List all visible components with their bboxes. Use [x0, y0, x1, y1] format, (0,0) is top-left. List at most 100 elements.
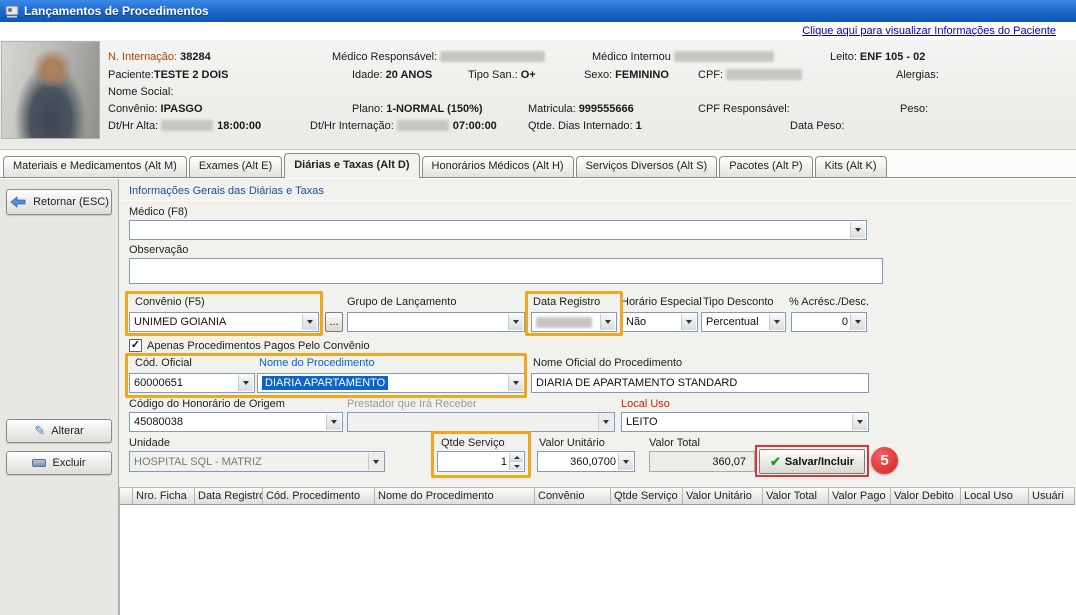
grid-col-valor-pago[interactable]: Valor Pago: [829, 487, 891, 505]
tab-servicos-diversos[interactable]: Serviços Diversos (Alt S): [576, 156, 718, 177]
patient-photo: [1, 41, 100, 139]
nome-procedimento-label: Nome do Procedimento: [259, 357, 375, 369]
horario-especial-label: Horário Especial: [621, 296, 702, 308]
chevron-down-icon[interactable]: [852, 414, 867, 430]
window-title: Lançamentos de Procedimentos: [24, 4, 209, 18]
unidade-combo: HOSPITAL SQL - MATRIZ: [129, 451, 385, 472]
nome-procedimento-combo[interactable]: DIARIA APARTAMENTO: [257, 373, 525, 393]
main-panel: Informações Gerais das Diárias e Taxas M…: [119, 179, 1076, 615]
grid-col-valor-total[interactable]: Valor Total: [763, 487, 829, 505]
field-medico-responsavel: Médico Responsável:: [332, 51, 549, 63]
retornar-button[interactable]: Retornar (ESC): [6, 189, 112, 215]
grid-col-valor-debito[interactable]: Valor Debito: [891, 487, 961, 505]
field-cpf: CPF:: [698, 69, 806, 81]
chevron-down-icon[interactable]: [681, 314, 696, 330]
chevron-down-icon: [368, 453, 383, 470]
acresc-desc-combo[interactable]: 0: [791, 312, 867, 332]
valor-unitario-combo[interactable]: 360,0700: [537, 451, 635, 472]
tab-exames[interactable]: Exames (Alt E): [189, 156, 282, 177]
cod-honorario-label: Código do Honorário de Origem: [129, 398, 285, 410]
tab-strip: Materiais e Medicamentos (Alt M) Exames …: [0, 150, 1076, 177]
grid-col-local-uso[interactable]: Local Uso: [961, 487, 1029, 505]
convenio-f5-label: Convênio (F5): [135, 296, 205, 308]
chevron-down-icon[interactable]: [769, 314, 784, 330]
salvar-incluir-label: Salvar/Incluir: [785, 456, 854, 468]
apenas-convenio-checkbox[interactable]: [129, 339, 142, 352]
chevron-down-icon[interactable]: [618, 453, 633, 470]
local-uso-combo[interactable]: LEITO: [621, 412, 869, 432]
section-title: Informações Gerais das Diárias e Taxas: [129, 185, 324, 197]
grupo-combo[interactable]: [347, 312, 525, 332]
chevron-down-icon[interactable]: [508, 375, 523, 391]
tab-diarias-taxas[interactable]: Diárias e Taxas (Alt D): [284, 153, 419, 178]
tab-pacotes[interactable]: Pacotes (Alt P): [719, 156, 812, 177]
chevron-down-icon[interactable]: [238, 375, 253, 391]
grid-col-data-registro[interactable]: Data Registro: [195, 487, 263, 505]
horario-value: Não: [626, 316, 646, 328]
field-data-peso: Data Peso:: [790, 120, 847, 132]
tab-materiais-medicamentos[interactable]: Materiais e Medicamentos (Alt M): [3, 156, 187, 177]
field-n-internacao: N. Internação:38284: [108, 51, 211, 63]
medico-combo[interactable]: [129, 220, 867, 240]
field-dias-internado: Qtde. Dias Internado:1: [528, 120, 642, 132]
nome-procedimento-value: DIARIA APARTAMENTO: [262, 376, 388, 390]
grid-col-convenio[interactable]: Convênio: [535, 487, 611, 505]
cod-oficial-combo[interactable]: 60000651: [129, 373, 255, 393]
grid-header: Nro. Ficha Data Registro Cód. Procedimen…: [119, 487, 1075, 505]
grid-col-usuario[interactable]: Usuári: [1029, 487, 1075, 505]
field-leito: Leito:ENF 105 - 02: [830, 51, 925, 63]
pencil-icon: [34, 423, 45, 439]
sidebar: Retornar (ESC) Alterar Excluir: [0, 179, 119, 615]
valor-total-label: Valor Total: [649, 437, 700, 449]
step-5-badge: 5: [871, 447, 898, 474]
grid-col-valor-unitario[interactable]: Valor Unitário: [683, 487, 763, 505]
app-icon: [5, 4, 19, 18]
eraser-icon: [32, 459, 46, 467]
observacao-label: Observação: [129, 244, 188, 256]
content-area: Retornar (ESC) Alterar Excluir Informaçõ…: [0, 177, 1076, 615]
browse-label: ...: [329, 316, 338, 328]
field-paciente: Paciente:TESTE 2 DOIS: [108, 69, 228, 81]
patient-info-link[interactable]: Clique aqui para visualizar Informações …: [802, 25, 1056, 37]
unidade-label: Unidade: [129, 437, 170, 449]
spin-up-icon[interactable]: [509, 453, 523, 461]
chevron-down-icon[interactable]: [600, 314, 615, 330]
cod-honorario-combo[interactable]: 45080038: [129, 412, 343, 432]
grid-col-nome-procedimento[interactable]: Nome do Procedimento: [375, 487, 535, 505]
grid-col-cod-procedimento[interactable]: Cód. Procedimento: [263, 487, 375, 505]
nome-oficial-input[interactable]: DIARIA DE APARTAMENTO STANDARD: [531, 373, 869, 393]
browse-button[interactable]: ...: [325, 312, 343, 332]
tipo-desconto-value: Percentual: [706, 316, 759, 328]
qtde-servico-label: Qtde Serviço: [441, 437, 505, 449]
grid-col-nro-ficha[interactable]: Nro. Ficha: [133, 487, 195, 505]
spin-down-icon[interactable]: [509, 461, 523, 470]
salvar-incluir-button[interactable]: Salvar/Incluir: [759, 449, 865, 474]
tipo-desconto-combo[interactable]: Percentual: [701, 312, 786, 332]
unidade-value: HOSPITAL SQL - MATRIZ: [134, 456, 262, 468]
observacao-input[interactable]: [129, 258, 883, 284]
alterar-button[interactable]: Alterar: [6, 419, 112, 443]
chevron-down-icon[interactable]: [850, 314, 865, 330]
chevron-down-icon[interactable]: [302, 314, 317, 330]
chevron-down-icon[interactable]: [850, 222, 865, 238]
grid-col-indicator[interactable]: [119, 487, 133, 505]
data-registro-combo[interactable]: [531, 312, 617, 332]
alterar-label: Alterar: [51, 425, 83, 437]
chevron-down-icon[interactable]: [508, 314, 523, 330]
spinner-buttons[interactable]: [509, 453, 523, 470]
tab-kits[interactable]: Kits (Alt K): [815, 156, 887, 177]
cod-honorario-value: 45080038: [134, 416, 183, 428]
field-convenio: Convênio:IPASGO: [108, 103, 203, 115]
grid-col-qtde-servico[interactable]: Qtde Serviço: [611, 487, 683, 505]
convenio-combo[interactable]: UNIMED GOIANIA: [129, 312, 319, 332]
field-medico-internou: Médico Internou: [592, 51, 778, 63]
horario-especial-combo[interactable]: Não: [621, 312, 698, 332]
field-cpf-responsavel: CPF Responsável:: [698, 103, 793, 115]
tab-honorarios-medicos[interactable]: Honorários Médicos (Alt H): [422, 156, 574, 177]
excluir-button[interactable]: Excluir: [6, 451, 112, 475]
chevron-down-icon[interactable]: [326, 414, 341, 430]
title-bar: Lançamentos de Procedimentos: [0, 0, 1076, 22]
redacted-value: [674, 51, 774, 62]
field-idade: Idade:20 ANOS: [352, 69, 432, 81]
qtde-servico-stepper[interactable]: 1: [437, 451, 525, 472]
